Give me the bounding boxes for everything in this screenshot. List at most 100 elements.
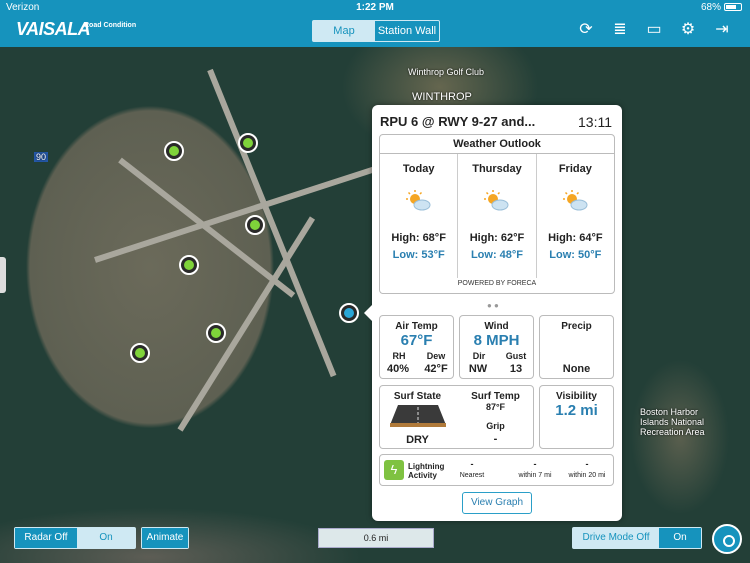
station-marker-selected[interactable] <box>339 303 359 323</box>
locate-me-icon[interactable] <box>712 524 742 554</box>
radar-off-button[interactable]: Radar Off <box>15 528 77 548</box>
station-popup: RPU 6 @ RWY 9-27 and... 13:11 Weather Ou… <box>364 105 622 521</box>
wind-dir-label: Dir <box>472 351 486 361</box>
lightning-label: Lightning Activity <box>408 462 445 480</box>
station-marker[interactable] <box>206 323 226 343</box>
low-temp: Low: 50°F <box>549 249 602 261</box>
lightning-icon: ϟ <box>384 460 404 480</box>
lightning-7mi-value: - <box>533 459 537 469</box>
drive-mode-on-button[interactable]: On <box>659 528 701 548</box>
precip-value: None <box>562 363 591 375</box>
forecast-day: Friday High: 64°F Low: 50°F <box>537 154 614 278</box>
map-scale: 0.6 mi <box>318 528 434 548</box>
outlook-heading: Weather Outlook <box>380 135 614 154</box>
app-logo-subtitle: Road Condition <box>84 22 137 29</box>
battery-percent: 68% <box>700 2 721 13</box>
refresh-icon[interactable]: ⟳ <box>578 22 594 38</box>
lightning-20mi-label: within 20 mi <box>568 472 606 479</box>
radar-toggle: Radar Off On <box>14 527 136 549</box>
message-icon[interactable]: ▭ <box>646 22 662 38</box>
rh-label: RH <box>392 351 406 361</box>
air-temp-value: 67°F <box>400 332 433 349</box>
gust-value: 13 <box>509 363 523 375</box>
visibility-label: Visibility <box>556 391 597 402</box>
low-temp: Low: 48°F <box>470 249 524 261</box>
station-marker[interactable] <box>164 141 184 161</box>
high-temp: High: 64°F <box>548 232 603 244</box>
dew-value: 42°F <box>424 363 448 375</box>
battery-icon <box>724 3 742 12</box>
app-logo: VAISALA <box>16 19 91 39</box>
station-marker[interactable] <box>130 343 150 363</box>
station-title: RPU 6 @ RWY 9-27 and... <box>380 114 536 129</box>
lightning-20mi-value: - <box>585 459 589 469</box>
day-name: Today <box>402 163 435 175</box>
animate-button[interactable]: Animate <box>142 528 188 548</box>
gust-label: Gust <box>505 351 527 361</box>
view-graph-button[interactable]: View Graph <box>462 492 532 514</box>
battery-status: 68% <box>701 2 742 13</box>
low-temp: Low: 53°F <box>392 249 445 261</box>
forecast-day: Thursday High: 62°F Low: 48°F <box>458 154 537 278</box>
map-label-golf: Winthrop Golf Club <box>408 67 485 77</box>
drive-mode-off-button[interactable]: Drive Mode Off <box>573 528 659 548</box>
radar-on-button[interactable]: On <box>77 528 135 548</box>
rh-value: 40% <box>386 363 410 375</box>
wind-card[interactable]: Wind 8 MPH Dir NW Gust 13 <box>459 315 534 379</box>
station-marker[interactable] <box>245 215 265 235</box>
high-temp: High: 68°F <box>391 232 446 244</box>
grip-label: Grip <box>486 421 505 431</box>
tab-map[interactable]: Map <box>313 21 375 41</box>
surf-temp-label: Surf Temp <box>471 391 520 402</box>
drive-mode-toggle: Drive Mode Off On <box>572 527 702 549</box>
layers-icon[interactable]: ≣ <box>612 22 628 38</box>
visibility-card[interactable]: Visibility 1.2 mi <box>539 385 614 449</box>
visibility-value: 1.2 mi <box>555 402 598 419</box>
dew-label: Dew <box>426 351 446 361</box>
map-label-winthrop: WINTHROP <box>412 91 472 103</box>
top-bar: Verizon 1:22 PM 68% VAISALA Road Conditi… <box>0 0 750 47</box>
high-temp: High: 62°F <box>469 232 525 244</box>
status-bar: Verizon 1:22 PM 68% <box>0 0 750 16</box>
day-name: Thursday <box>472 163 522 175</box>
weather-outlook-card[interactable]: Weather Outlook Today High: 68°F Low: 53… <box>379 134 615 294</box>
road-surface-icon <box>390 405 446 427</box>
precip-label: Precip <box>561 321 592 332</box>
precip-card[interactable]: Precip None <box>539 315 614 379</box>
page-indicator-dots[interactable]: ● ● <box>487 301 499 310</box>
runway <box>177 216 316 432</box>
status-time: 1:22 PM <box>356 2 394 13</box>
partly-cloudy-icon <box>562 190 588 211</box>
map-label-harbor: Boston Harbor Islands National Recreatio… <box>640 407 705 437</box>
lightning-nearest-value: - <box>470 459 474 469</box>
partly-cloudy-icon <box>484 190 509 211</box>
side-panel-handle[interactable] <box>0 257 6 293</box>
runway <box>207 68 337 378</box>
station-marker[interactable] <box>179 255 199 275</box>
tab-station-wall[interactable]: Station Wall <box>375 21 439 41</box>
station-time: 13:11 <box>578 114 612 130</box>
lightning-nearest-label: Nearest <box>459 472 485 479</box>
logout-icon[interactable]: ⇥ <box>714 22 730 38</box>
animate-control: Animate <box>141 527 189 549</box>
wind-label: Wind <box>484 321 509 332</box>
air-temp-label: Air Temp <box>395 321 438 332</box>
surf-state-label: Surf State <box>393 391 442 402</box>
wind-value: 8 MPH <box>473 332 520 349</box>
wind-dir-value: NW <box>468 363 488 375</box>
day-name: Friday <box>558 163 592 175</box>
grip-value: - <box>493 433 498 445</box>
lightning-7mi-label: within 7 mi <box>518 472 552 479</box>
runway <box>118 157 296 298</box>
surf-state-value: DRY <box>406 434 429 446</box>
forecast-day: Today High: 68°F Low: 53°F <box>380 154 459 278</box>
lightning-card[interactable]: ϟ Lightning Activity - Nearest - within … <box>379 454 614 486</box>
view-tabs: Map Station Wall <box>312 20 440 42</box>
surface-card[interactable]: Surf State DRY Surf Temp 87°F Grip - <box>379 385 534 449</box>
highway-shield: 90 <box>34 152 49 162</box>
partly-cloudy-icon <box>406 190 431 211</box>
station-marker[interactable] <box>238 133 258 153</box>
air-temp-card[interactable]: Air Temp 67°F RH 40% Dew 42°F <box>379 315 454 379</box>
settings-gear-icon[interactable]: ⚙ <box>680 22 696 38</box>
surf-temp-value: 87°F <box>485 402 506 412</box>
